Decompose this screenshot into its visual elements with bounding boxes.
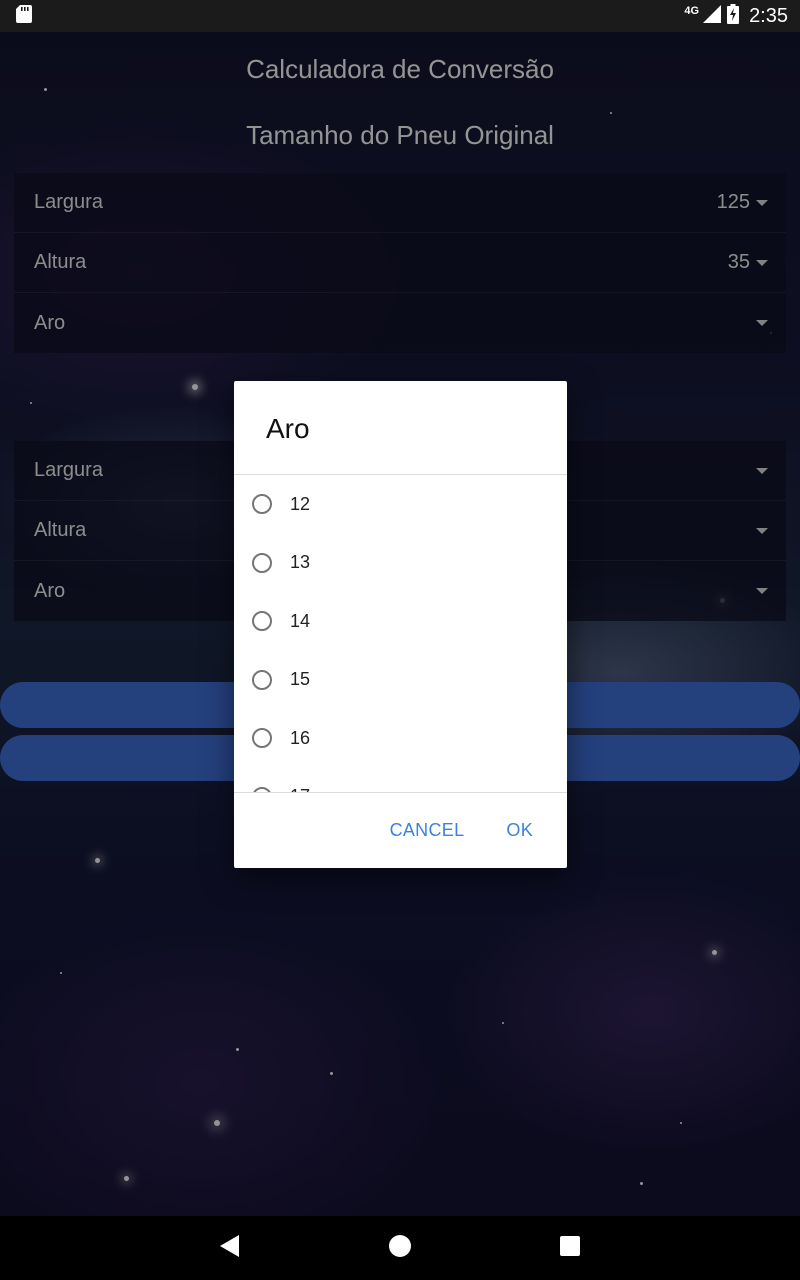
radio-unchecked-icon[interactable] [252,669,272,690]
clock: 2:35 [749,4,788,27]
network-type-label: 4G [684,5,700,17]
radio-unchecked-icon[interactable] [252,728,272,749]
option-label: 16 [290,727,311,748]
option-15[interactable]: 15 [234,651,567,710]
option-16[interactable]: 16 [234,709,567,768]
back-button[interactable] [190,1216,270,1280]
cancel-button[interactable]: CANCEL [374,812,481,849]
sd-card-icon [16,4,32,28]
status-bar: 4G 2:35 [0,0,800,32]
radio-unchecked-icon[interactable] [252,552,272,573]
rim-picker-dialog: Aro 12 13 14 15 16 17 CANCEL OK [234,381,567,868]
recents-button[interactable] [530,1216,610,1280]
option-list[interactable]: 12 13 14 15 16 17 [234,475,567,792]
option-14[interactable]: 14 [234,592,567,651]
option-label: 13 [290,552,311,573]
back-triangle-icon [219,1234,241,1263]
option-12[interactable]: 12 [234,475,567,534]
option-label: 14 [290,610,311,631]
recents-square-icon [560,1235,580,1261]
option-label: 15 [290,669,311,690]
option-17[interactable]: 17 [234,768,567,792]
radio-unchecked-icon[interactable] [252,494,272,515]
radio-unchecked-icon[interactable] [252,611,272,632]
option-label: 12 [290,493,311,514]
navigation-bar [0,1216,800,1280]
home-circle-icon [388,1234,412,1263]
dialog-actions: CANCEL OK [234,792,567,868]
home-button[interactable] [360,1216,440,1280]
battery-charging-icon [727,3,740,29]
dialog-title: Aro [266,413,310,444]
signal-icon [703,4,722,28]
option-13[interactable]: 13 [234,534,567,593]
ok-button[interactable]: OK [490,812,549,849]
